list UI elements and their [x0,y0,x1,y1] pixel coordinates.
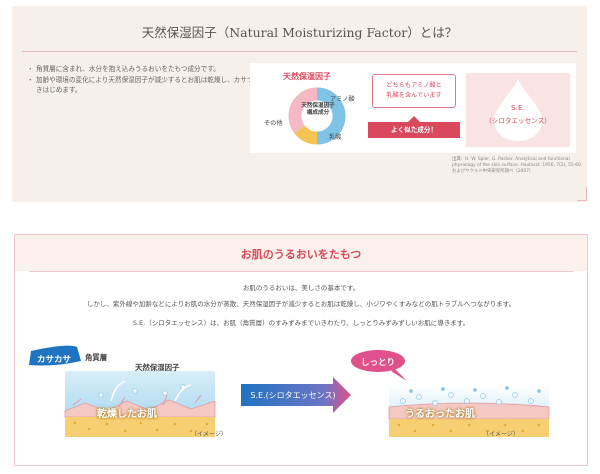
moist-skin-label: うるおったお肌 [405,409,475,420]
moist-skin-base-layer [389,419,549,437]
dry-tag-label: カサカサ [37,355,72,365]
other-label: その他 [264,120,283,127]
corner-mark [577,200,587,201]
bullet-item: 加齢や環境の変化により天然保湿因子が減少するとお肌は乾燥し、カサつきはじめます。 [27,75,254,96]
similarity-note: どちらもアミノ酸と 乳酸を含んでいます [372,74,456,108]
lactic-acid-label: 乳酸 [329,134,342,141]
moist-tag-label: しっとり [360,358,395,368]
bullet-item: 角質層に含まれ、水分を抱え込みうるおいをたもつ成分です。 [27,64,254,75]
se-name: S.E. [510,103,526,112]
dry-skin-label: 乾燥したお肌 [97,409,157,420]
horny-layer-label: 角質層 [85,353,108,362]
image-note: （イメージ） [191,431,227,438]
moisture-section: お肌のうるおいをたもつ お肌のうるおいは、美しさの基本です。 しかし、紫外線や加… [14,234,588,466]
corner-mark [586,187,587,201]
nmf-chart-label: 天然保湿因子 [283,72,331,81]
nmf-comparison-panel: 天然保湿因子 天然保湿因子 構成成分 アミノ酸 その他 乳酸 どちらもアミノ酸と… [250,63,576,153]
nmf-bullet-list: 角質層に含まれ、水分を抱え込みうるおいをたもつ成分です。 加齢や環境の変化により… [27,64,254,96]
source-citation: 出典：H. W. Spier, G. Pasher. Analytical an… [452,157,583,174]
se-essence-box: S.E. （シロタエッセンス） [466,73,570,147]
se-arrow-label: S.E.(シロタエッセンス) [250,391,336,400]
image-note: （イメージ） [483,431,519,438]
divider [22,51,577,52]
nmf-label: 天然保湿因子 [135,363,180,372]
similar-ingredient-ribbon: よく似た成分！ [368,116,460,138]
se-subtitle: （シロタエッセンス） [485,117,551,125]
amino-acid-label: アミノ酸 [330,96,355,103]
donut-center-label: 天然保湿因子 構成成分 [301,103,335,116]
nmf-section: 天然保湿因子（Natural Moisturizing Factor）とは？ 角… [12,6,587,202]
nmf-section-title: 天然保湿因子（Natural Moisturizing Factor）とは？ [141,25,458,40]
